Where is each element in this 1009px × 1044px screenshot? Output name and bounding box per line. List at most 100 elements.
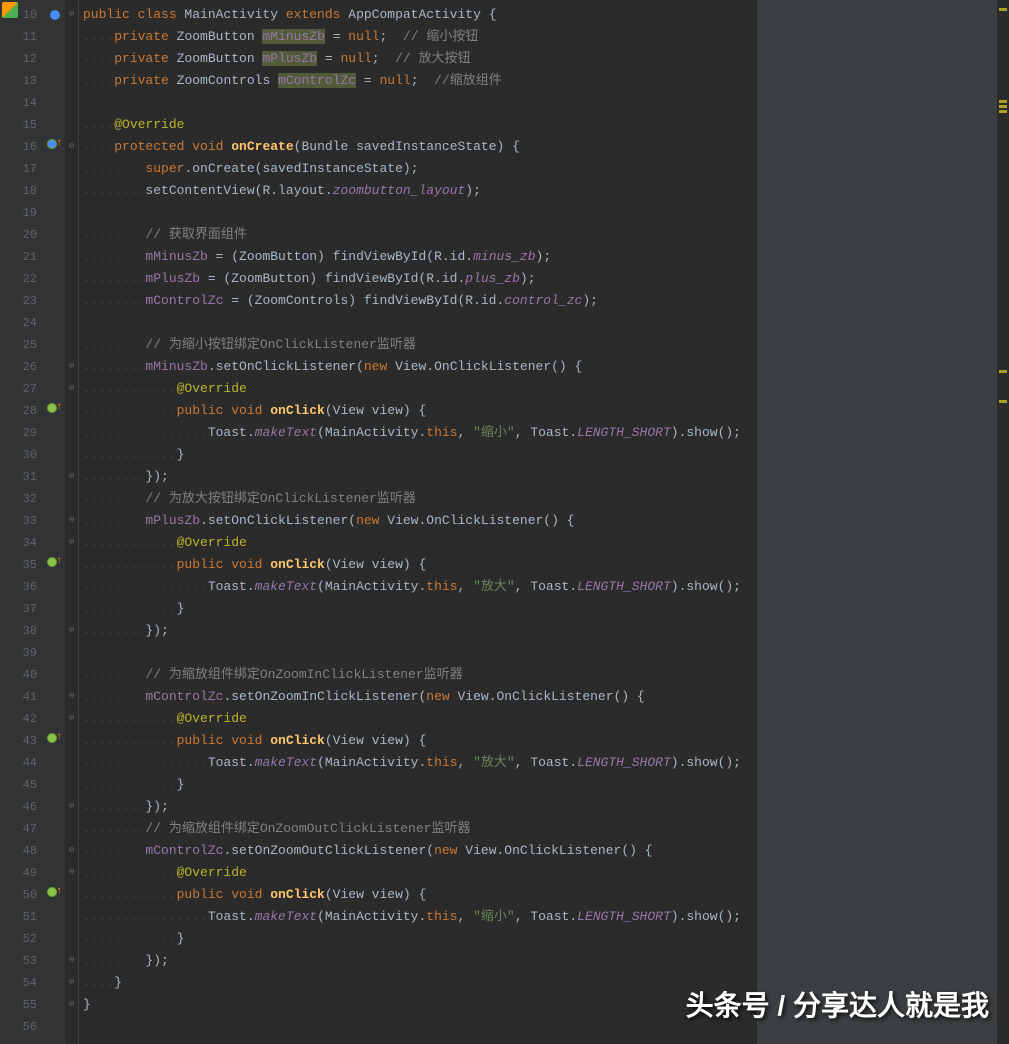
code-line[interactable]: ............}: [83, 444, 757, 466]
line-number: 16: [0, 136, 45, 158]
line-number: 55: [0, 994, 45, 1016]
code-line[interactable]: ....protected void onCreate(Bundle saved…: [83, 136, 757, 158]
code-line[interactable]: ........});: [83, 796, 757, 818]
code-line[interactable]: ........mPlusZb.setOnClickListener(new V…: [83, 510, 757, 532]
implement-gutter-icon[interactable]: [47, 557, 57, 567]
line-number: 33: [0, 510, 45, 532]
line-number: 49: [0, 862, 45, 884]
implement-gutter-icon[interactable]: [47, 733, 57, 743]
line-number: 41: [0, 686, 45, 708]
code-line[interactable]: ............public void onClick(View vie…: [83, 554, 757, 576]
code-line[interactable]: public class MainActivity extends AppCom…: [83, 4, 757, 26]
line-number: 25: [0, 334, 45, 356]
code-line[interactable]: ........// 为放大按钮绑定OnClickListener监听器: [83, 488, 757, 510]
code-line[interactable]: ........super.onCreate(savedInstanceStat…: [83, 158, 757, 180]
implement-gutter-icon[interactable]: [47, 403, 57, 413]
code-line[interactable]: ........mPlusZb = (ZoomButton) findViewB…: [83, 268, 757, 290]
code-line[interactable]: ............@Override: [83, 378, 757, 400]
code-line[interactable]: ....private ZoomButton mMinusZb = null; …: [83, 26, 757, 48]
code-line[interactable]: [83, 1016, 757, 1038]
code-line[interactable]: ........});: [83, 620, 757, 642]
code-line[interactable]: ............}: [83, 598, 757, 620]
line-number: 29: [0, 422, 45, 444]
line-number: 18: [0, 180, 45, 202]
line-number: 51: [0, 906, 45, 928]
code-line[interactable]: ........});: [83, 950, 757, 972]
fold-toggle[interactable]: ⊖: [67, 10, 76, 19]
fold-toggle[interactable]: ⊖: [67, 472, 76, 481]
fold-toggle[interactable]: ⊖: [67, 868, 76, 877]
code-line[interactable]: ............@Override: [83, 708, 757, 730]
code-line[interactable]: ............public void onClick(View vie…: [83, 884, 757, 906]
code-line[interactable]: ........});: [83, 466, 757, 488]
minimap-mark: [999, 110, 1007, 113]
code-line[interactable]: ............@Override: [83, 532, 757, 554]
code-line[interactable]: [83, 92, 757, 114]
code-line[interactable]: ....}: [83, 972, 757, 994]
code-line[interactable]: ............}: [83, 774, 757, 796]
line-number: 37: [0, 598, 45, 620]
code-line[interactable]: [83, 202, 757, 224]
line-number: 17: [0, 158, 45, 180]
fold-toggle[interactable]: ⊖: [67, 714, 76, 723]
code-line[interactable]: ........mMinusZb.setOnClickListener(new …: [83, 356, 757, 378]
fold-toggle[interactable]: ⊖: [67, 384, 76, 393]
minimap-mark: [999, 100, 1007, 103]
code-line[interactable]: ................Toast.makeText(MainActiv…: [83, 422, 757, 444]
fold-toggle[interactable]: ⊖: [67, 802, 76, 811]
line-number: 39: [0, 642, 45, 664]
code-line[interactable]: ....private ZoomControls mControlZc = nu…: [83, 70, 757, 92]
fold-toggle[interactable]: ⊖: [67, 538, 76, 547]
line-number: 38: [0, 620, 45, 642]
fold-toggle[interactable]: ⊖: [67, 978, 76, 987]
fold-toggle[interactable]: ⊖: [67, 1000, 76, 1009]
code-line[interactable]: }: [83, 994, 757, 1016]
code-line[interactable]: ........// 为缩放组件绑定OnZoomInClickListener监…: [83, 664, 757, 686]
code-line[interactable]: ........mControlZc.setOnZoomOutClickList…: [83, 840, 757, 862]
minimap-mark: [999, 8, 1007, 11]
code-line[interactable]: ........// 为缩放组件绑定OnZoomOutClickListener…: [83, 818, 757, 840]
fold-toggle[interactable]: ⊖: [67, 692, 76, 701]
code-line[interactable]: ........// 为缩小按钮绑定OnClickListener监听器: [83, 334, 757, 356]
fold-toggle[interactable]: ⊖: [67, 362, 76, 371]
minimap-scrollbar[interactable]: [997, 0, 1009, 1044]
minimap-mark: [999, 400, 1007, 403]
code-line[interactable]: ........setContentView(R.layout.zoombutt…: [83, 180, 757, 202]
code-line[interactable]: ................Toast.makeText(MainActiv…: [83, 576, 757, 598]
class-gutter-icon[interactable]: [47, 7, 63, 23]
line-number: 50: [0, 884, 45, 906]
code-line[interactable]: ............public void onClick(View vie…: [83, 730, 757, 752]
code-line[interactable]: ....@Override: [83, 114, 757, 136]
code-line[interactable]: ........mControlZc = (ZoomControls) find…: [83, 290, 757, 312]
code-line[interactable]: ........mMinusZb = (ZoomButton) findView…: [83, 246, 757, 268]
line-number: 44: [0, 752, 45, 774]
fold-toggle[interactable]: ⊖: [67, 142, 76, 151]
code-content[interactable]: public class MainActivity extends AppCom…: [79, 0, 757, 1044]
code-line[interactable]: ............public void onClick(View vie…: [83, 400, 757, 422]
line-number: 47: [0, 818, 45, 840]
line-number: 32: [0, 488, 45, 510]
line-number: 14: [0, 92, 45, 114]
line-number: 12: [0, 48, 45, 70]
implement-gutter-icon[interactable]: [47, 887, 57, 897]
code-line[interactable]: ........mControlZc.setOnZoomInClickListe…: [83, 686, 757, 708]
line-number: 40: [0, 664, 45, 686]
line-number: 30: [0, 444, 45, 466]
code-line[interactable]: ....private ZoomButton mPlusZb = null; /…: [83, 48, 757, 70]
code-line[interactable]: ........// 获取界面组件: [83, 224, 757, 246]
fold-toggle[interactable]: ⊖: [67, 956, 76, 965]
code-line[interactable]: ................Toast.makeText(MainActiv…: [83, 906, 757, 928]
line-number: 46: [0, 796, 45, 818]
fold-toggle[interactable]: ⊖: [67, 626, 76, 635]
code-line[interactable]: ............}: [83, 928, 757, 950]
fold-toggle[interactable]: ⊖: [67, 846, 76, 855]
line-number: 45: [0, 774, 45, 796]
line-number: 13: [0, 70, 45, 92]
code-line[interactable]: [83, 312, 757, 334]
fold-toggle[interactable]: ⊖: [67, 516, 76, 525]
code-line[interactable]: [83, 642, 757, 664]
code-line[interactable]: ................Toast.makeText(MainActiv…: [83, 752, 757, 774]
line-number: 19: [0, 202, 45, 224]
override-gutter-icon[interactable]: [47, 139, 57, 149]
code-line[interactable]: ............@Override: [83, 862, 757, 884]
